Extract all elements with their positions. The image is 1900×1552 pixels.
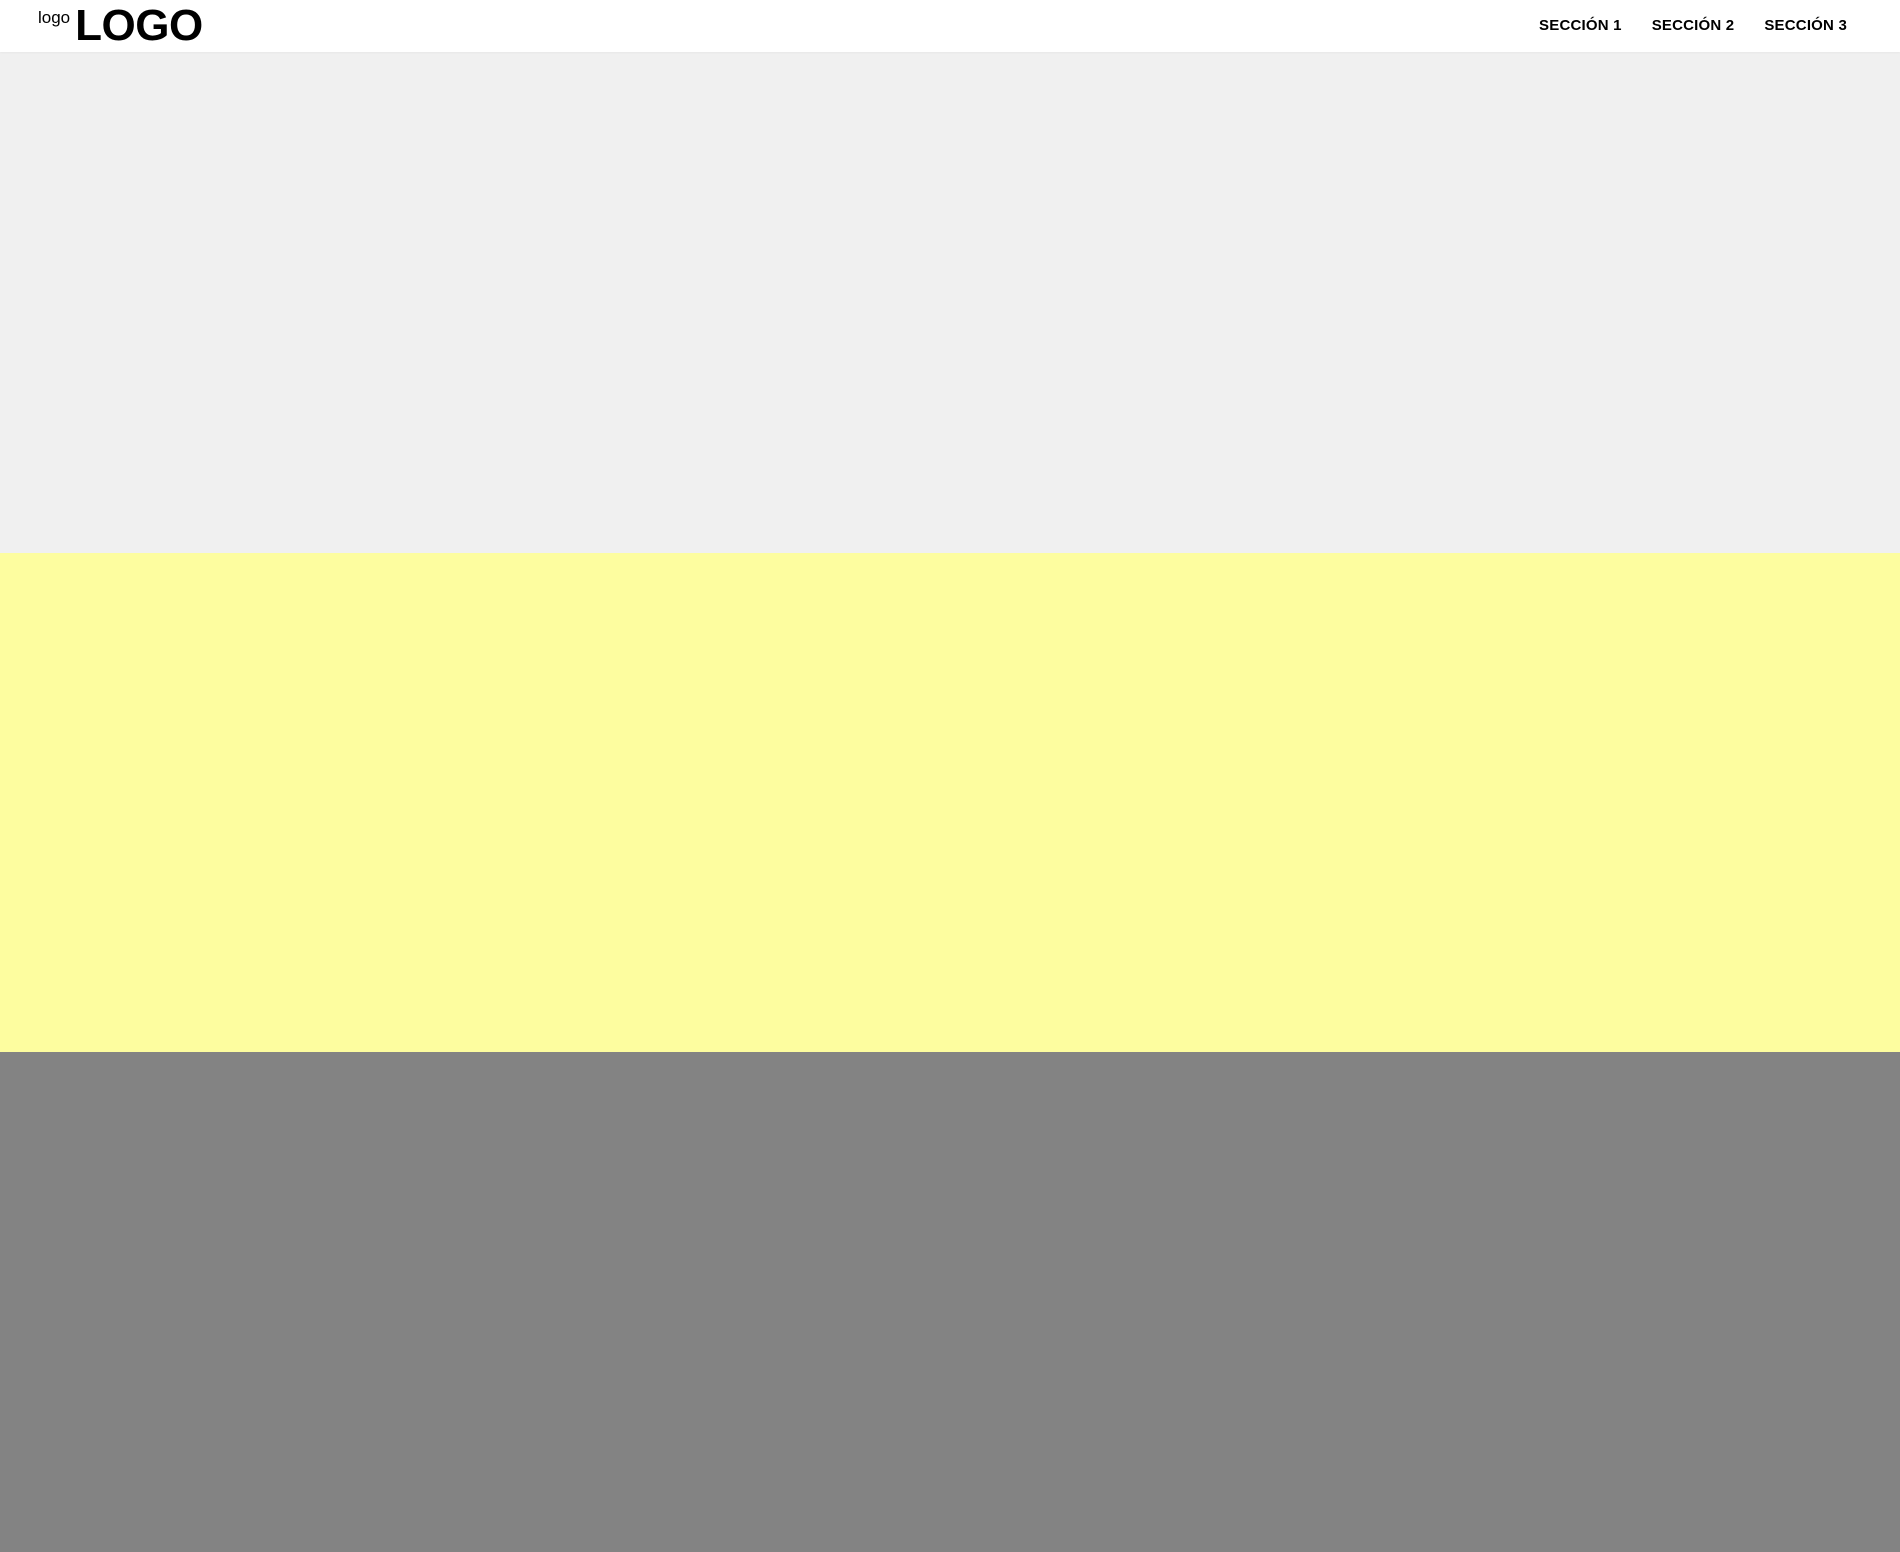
logo[interactable]: logo LOGO <box>38 0 203 52</box>
site-header: logo LOGO SECCIÓN 1 SECCIÓN 2 SECCIÓN 3 <box>0 0 1900 52</box>
section-2 <box>0 553 1900 1052</box>
nav-link-seccion-3[interactable]: SECCIÓN 3 <box>1764 17 1847 34</box>
section-1 <box>0 52 1900 553</box>
section-3 <box>0 1052 1900 1552</box>
nav-link-seccion-1[interactable]: SECCIÓN 1 <box>1539 17 1622 34</box>
logo-text: LOGO <box>75 1 203 50</box>
nav-link-seccion-2[interactable]: SECCIÓN 2 <box>1652 17 1735 34</box>
logo-image-alt-text: logo <box>38 8 71 27</box>
main-nav: SECCIÓN 1 SECCIÓN 2 SECCIÓN 3 <box>1539 0 1847 50</box>
